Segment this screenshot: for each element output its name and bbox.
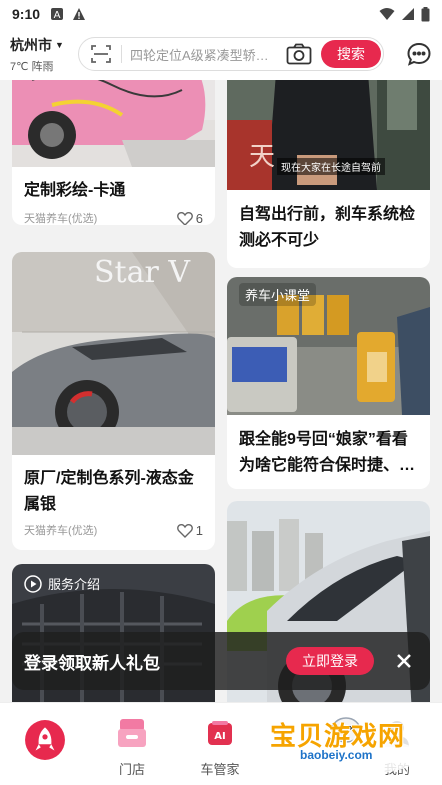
close-icon[interactable] (390, 647, 418, 675)
header: 杭州市 ▼ 7℃ 阵雨 四轮定位A级紧凑型轿… 搜索 (0, 28, 442, 80)
caret-down-icon: ▼ (55, 39, 64, 50)
wifi-icon (379, 8, 395, 20)
card-title: 自驾出行前，刹车系统检测必不可少 (239, 206, 416, 249)
card-title: 原厂/定制色系列-液态金属银 (24, 470, 194, 513)
nav-store[interactable]: 门店 (97, 713, 167, 778)
message-icon[interactable] (406, 41, 432, 67)
nav-home[interactable] (10, 713, 80, 767)
class-tag: 养车小课堂 (239, 283, 317, 306)
like-count[interactable]: 6 (176, 211, 203, 226)
watermark-url: baobeiy.com (296, 748, 377, 762)
login-button[interactable]: 立即登录 (286, 647, 374, 675)
shop-name: 天猫养车(优选) (24, 525, 98, 537)
weather-text: 7℃ 阵雨 (10, 60, 54, 73)
ai-car-icon[interactable]: AI (200, 713, 240, 753)
status-right (379, 6, 430, 22)
content-feed[interactable]: 定制彩绘-卡通 天猫养车(优选) 6 Star V 原厂/定制色系列-液态金属银… (0, 80, 442, 702)
login-promo-banner: 登录领取新人礼包 立即登录 (12, 632, 430, 690)
location-selector[interactable]: 杭州市 ▼ 7℃ 阵雨 (10, 35, 72, 74)
nav-label: 门店 (118, 762, 145, 777)
camera-icon[interactable] (286, 43, 312, 65)
feed-card[interactable]: 定制彩绘-卡通 天猫养车(优选) 6 (12, 80, 215, 225)
warning-icon (73, 8, 86, 20)
svg-text:AI: AI (214, 731, 225, 742)
search-bar[interactable]: 四轮定位A级紧凑型轿… 搜索 (78, 37, 384, 71)
card-meta: 天猫养车(优选) 1 (24, 522, 203, 538)
svg-text:A: A (54, 10, 61, 21)
search-button[interactable]: 搜索 (321, 40, 381, 68)
feed-card[interactable]: 天 现在大家在长途自驾前 自驾出行前，刹车系统检测必不可少 (227, 80, 430, 268)
search-divider (121, 45, 122, 63)
scan-icon[interactable] (89, 42, 113, 66)
heart-icon[interactable] (176, 211, 193, 226)
like-count[interactable]: 1 (176, 523, 203, 538)
card-image-silver-car: Star V (12, 252, 215, 455)
city-name: 杭州市 (10, 36, 52, 53)
play-icon (24, 574, 42, 593)
shop-name: 天猫养车(优选) (24, 213, 98, 225)
image-caption: 现在大家在长途自驾前 (277, 158, 385, 175)
svg-text:天: 天 (249, 142, 275, 172)
card-meta: 天猫养车(优选) 6 (24, 210, 203, 225)
promo-text: 登录领取新人礼包 (24, 653, 160, 673)
heart-icon[interactable] (176, 523, 193, 538)
search-input[interactable]: 四轮定位A级紧凑型轿… (130, 45, 278, 64)
card-title: 定制彩绘-卡通 (24, 182, 126, 199)
feed-card[interactable]: 养车小课堂 跟全能9号回“娘家”看看为啥它能符合保时捷、… (227, 277, 430, 489)
feed-card[interactable]: Star V 原厂/定制色系列-液态金属银 天猫养车(优选) 1 (12, 252, 215, 550)
status-time: 9:10 (12, 6, 41, 22)
nav-label: 车管家 (200, 762, 240, 777)
service-intro-tag: 服务介绍 (24, 574, 100, 593)
store-icon[interactable] (112, 713, 152, 753)
watermark-star-text: Star V (94, 255, 191, 290)
signal-icon (402, 8, 414, 20)
status-bar: 9:10 A (0, 0, 442, 28)
card-title: 跟全能9号回“娘家”看看为啥它能符合保时捷、… (239, 431, 416, 474)
nav-car-butler[interactable]: AI 车管家 (185, 713, 255, 778)
rocket-home-icon[interactable] (24, 719, 66, 761)
notification-a-icon: A (51, 8, 64, 21)
battery-icon (421, 6, 430, 21)
card-image-pink-car (12, 80, 215, 167)
